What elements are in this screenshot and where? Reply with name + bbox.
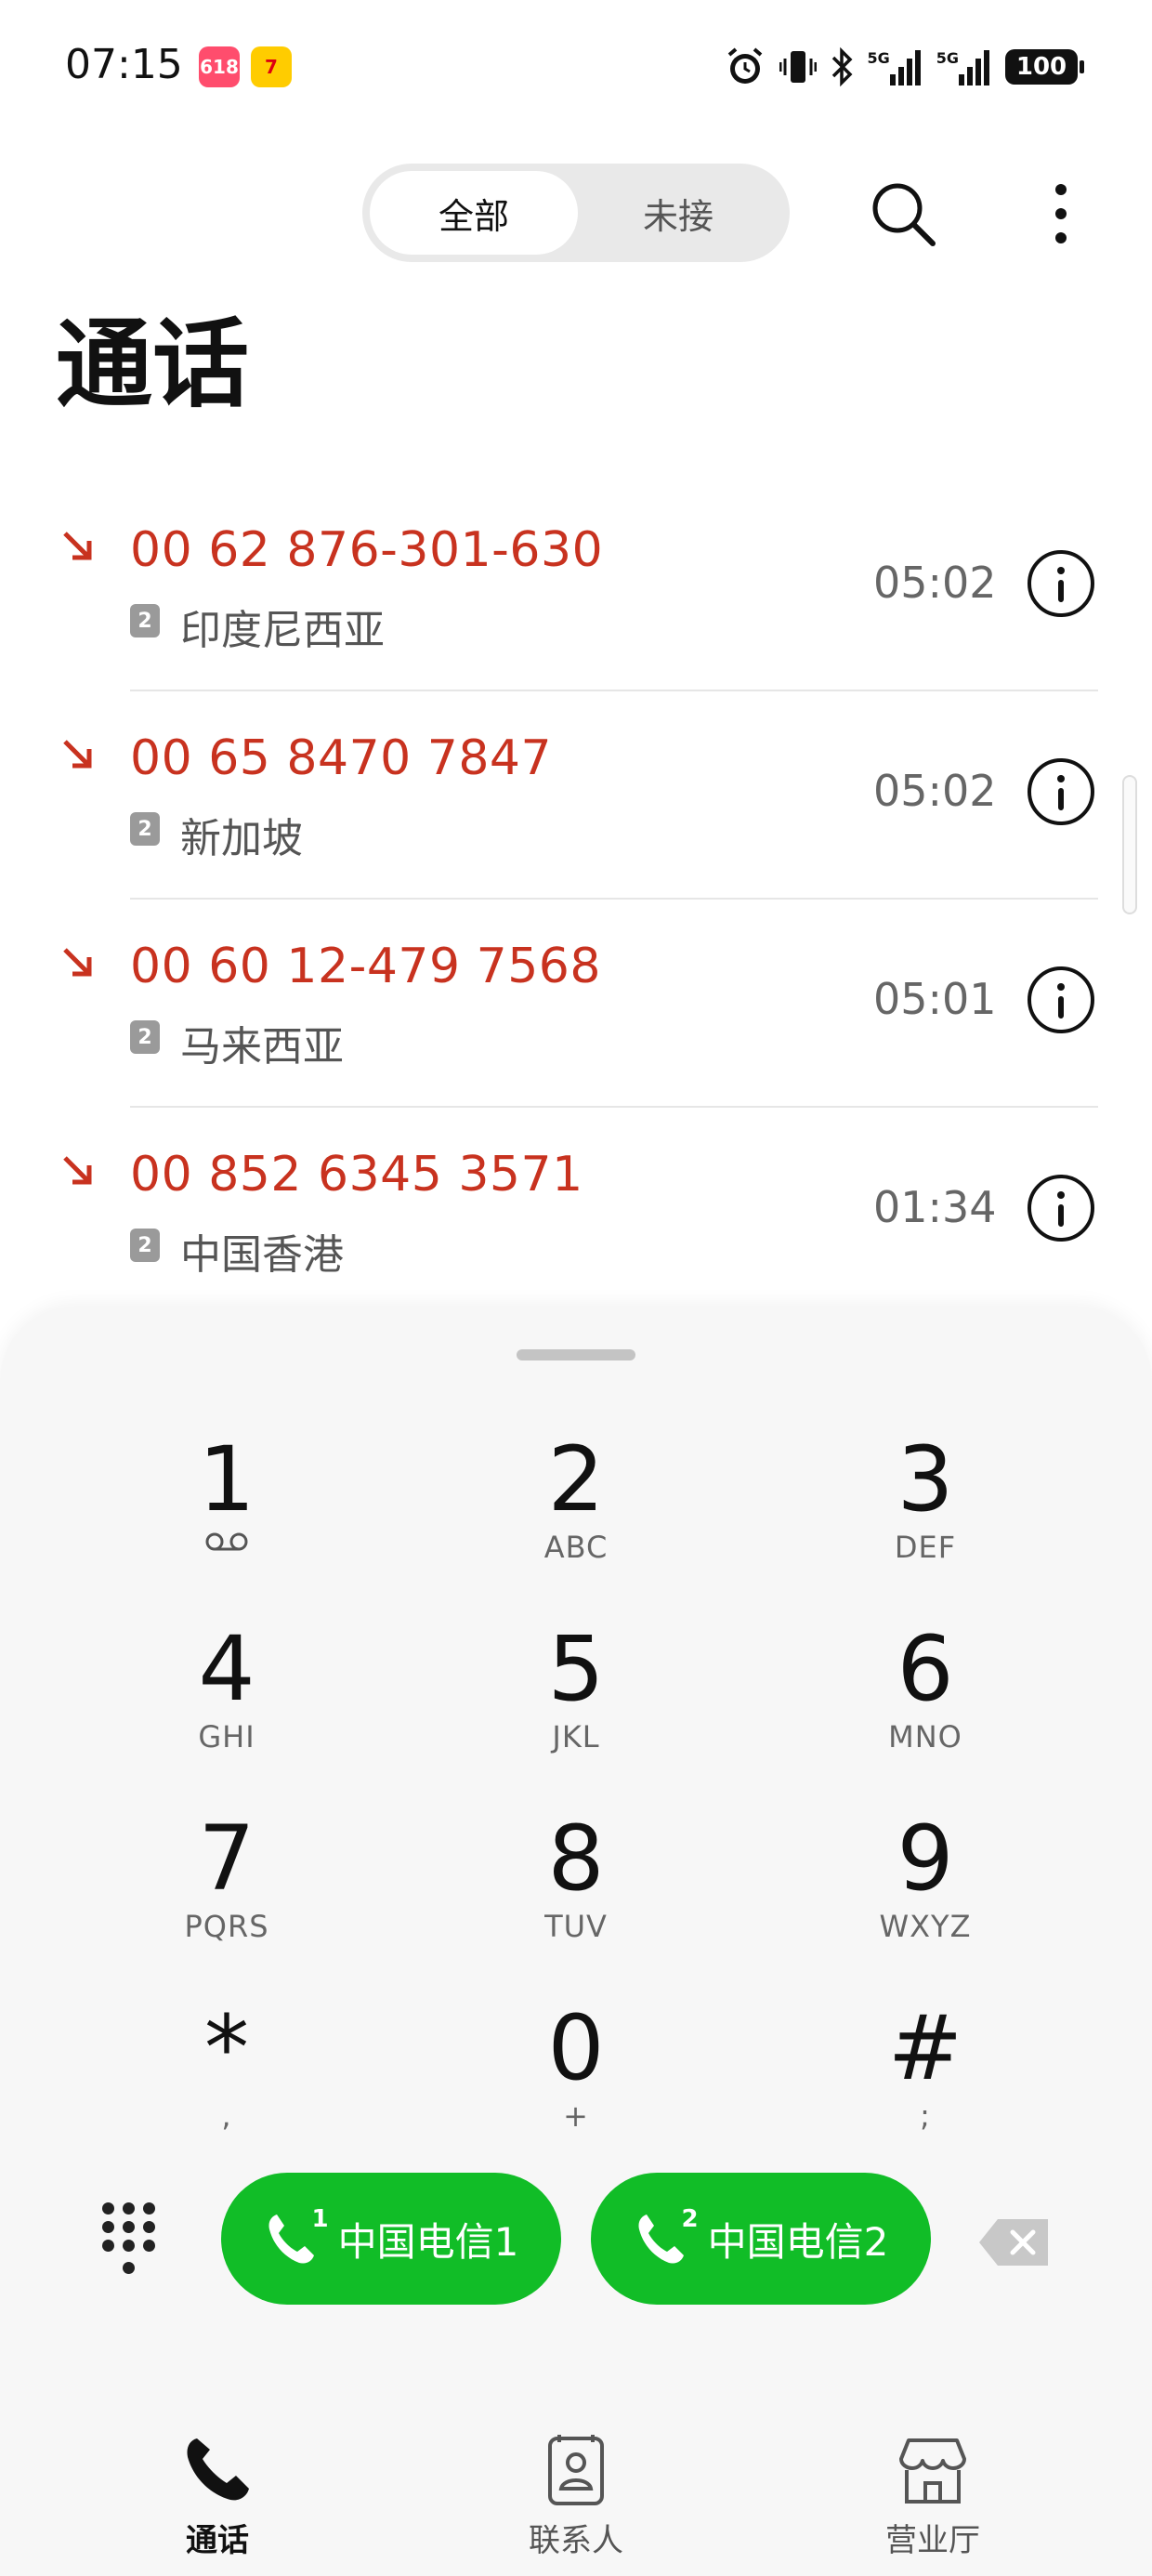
dial-key-3[interactable]: 3 DEF bbox=[786, 1418, 1065, 1595]
status-icons: 5G 5G 100 bbox=[724, 43, 1084, 91]
dial-key-7[interactable]: 7 PQRS bbox=[87, 1797, 366, 1974]
call-time: 05:01 bbox=[873, 974, 997, 1024]
signal-1-icon: 5G bbox=[867, 46, 923, 87]
tab-all[interactable]: 全部 bbox=[370, 171, 578, 255]
dial-key-1[interactable]: 1 bbox=[87, 1418, 366, 1595]
call-sim1-button[interactable]: 1 中国电信1 bbox=[221, 2173, 561, 2305]
tab-missed[interactable]: 未接 bbox=[574, 171, 782, 255]
call-log-item[interactable]: 00 62 876-301-630 2 印度尼西亚 05:02 bbox=[0, 483, 1152, 691]
call-number: 00 65 8470 7847 bbox=[130, 730, 553, 786]
call-location: 印度尼西亚 bbox=[180, 607, 385, 654]
sim-badge-icon: 2 bbox=[130, 604, 160, 637]
call-filter-segmented-control: 全部 未接 bbox=[362, 164, 790, 262]
info-icon[interactable] bbox=[1028, 758, 1094, 825]
call-time: 01:34 bbox=[873, 1182, 997, 1232]
phone-icon: 2 bbox=[634, 2205, 699, 2267]
call-log-list: 00 62 876-301-630 2 印度尼西亚 05:02 00 65 84… bbox=[0, 483, 1152, 1316]
phone-icon bbox=[187, 2438, 249, 2501]
sim-badge-icon: 2 bbox=[130, 1229, 160, 1262]
call-location: 中国香港 bbox=[180, 1231, 344, 1279]
status-time: 07:15 bbox=[65, 41, 183, 88]
sim-badge-icon: 2 bbox=[130, 1020, 160, 1054]
call-number: 00 62 876-301-630 bbox=[130, 522, 604, 578]
nav-item-store[interactable]: 营业厅 bbox=[821, 2418, 1044, 2576]
dial-key-8[interactable]: 8 TUV bbox=[437, 1797, 715, 1974]
bluetooth-icon bbox=[830, 46, 854, 87]
contacts-icon bbox=[548, 2435, 604, 2505]
info-icon[interactable] bbox=[1028, 550, 1094, 617]
battery-icon: 100 bbox=[1005, 49, 1084, 85]
dial-key-9[interactable]: 9 WXYZ bbox=[786, 1797, 1065, 1974]
call-location: 马来西亚 bbox=[180, 1023, 344, 1071]
nav-item-contacts[interactable]: 联系人 bbox=[465, 2418, 687, 2576]
missed-call-arrow-icon bbox=[63, 948, 92, 977]
call-log-item[interactable]: 00 65 8470 7847 2 新加坡 05:02 bbox=[0, 691, 1152, 900]
sheet-drag-handle[interactable] bbox=[517, 1349, 635, 1360]
backspace-icon[interactable] bbox=[977, 2217, 1052, 2267]
app-seven-icon: 7 bbox=[251, 46, 292, 87]
missed-call-arrow-icon bbox=[63, 740, 92, 769]
call-location: 新加坡 bbox=[180, 815, 303, 862]
page-title: 通话 bbox=[56, 308, 250, 421]
dialpad-sheet: 1 2 ABC 3 DEF 4 GHI 5 JKL 6 MNO 7 PQRS 8… bbox=[0, 1307, 1152, 2576]
missed-call-arrow-icon bbox=[63, 1156, 92, 1185]
dial-key-6[interactable]: 6 MNO bbox=[786, 1608, 1065, 1784]
store-icon bbox=[899, 2438, 966, 2504]
phone-icon: 1 bbox=[264, 2205, 329, 2267]
status-bar: 07:15 618 7 5G 5G 100 bbox=[0, 0, 1152, 139]
more-options-icon[interactable] bbox=[1041, 175, 1081, 253]
dial-key-2[interactable]: 2 ABC bbox=[437, 1418, 715, 1595]
call-number: 00 852 6345 3571 bbox=[130, 1147, 583, 1203]
hide-dialpad-grid-icon[interactable] bbox=[98, 2199, 173, 2288]
signal-2-icon: 5G bbox=[936, 46, 992, 87]
dial-key-4[interactable]: 4 GHI bbox=[87, 1608, 366, 1784]
call-log-item[interactable]: 00 852 6345 3571 2 中国香港 01:34 bbox=[0, 1108, 1152, 1316]
voicemail-icon bbox=[205, 1532, 248, 1551]
sim-badge-icon: 2 bbox=[130, 812, 160, 846]
info-icon[interactable] bbox=[1028, 966, 1094, 1033]
call-number: 00 60 12-479 7568 bbox=[130, 939, 601, 994]
call-log-item[interactable]: 00 60 12-479 7568 2 马来西亚 05:01 bbox=[0, 900, 1152, 1108]
call-time: 05:02 bbox=[873, 558, 997, 608]
nav-item-calls[interactable]: 通话 bbox=[106, 2418, 329, 2576]
dial-key-hash[interactable]: # ; bbox=[786, 1987, 1065, 2163]
bottom-nav: 通话 联系人 营业厅 bbox=[0, 2418, 1152, 2576]
app-618-icon: 618 bbox=[199, 46, 240, 87]
call-time: 05:02 bbox=[873, 766, 997, 816]
missed-call-arrow-icon bbox=[63, 532, 92, 560]
search-icon[interactable] bbox=[864, 175, 942, 253]
dial-key-0[interactable]: 0 + bbox=[437, 1987, 715, 2163]
dial-key-5[interactable]: 5 JKL bbox=[437, 1608, 715, 1784]
dial-key-star[interactable]: * , bbox=[87, 1987, 366, 2163]
info-icon[interactable] bbox=[1028, 1175, 1094, 1242]
scrollbar[interactable] bbox=[1122, 775, 1137, 914]
vibrate-icon bbox=[779, 46, 818, 88]
call-sim2-button[interactable]: 2 中国电信2 bbox=[591, 2173, 931, 2305]
alarm-icon bbox=[724, 46, 766, 88]
